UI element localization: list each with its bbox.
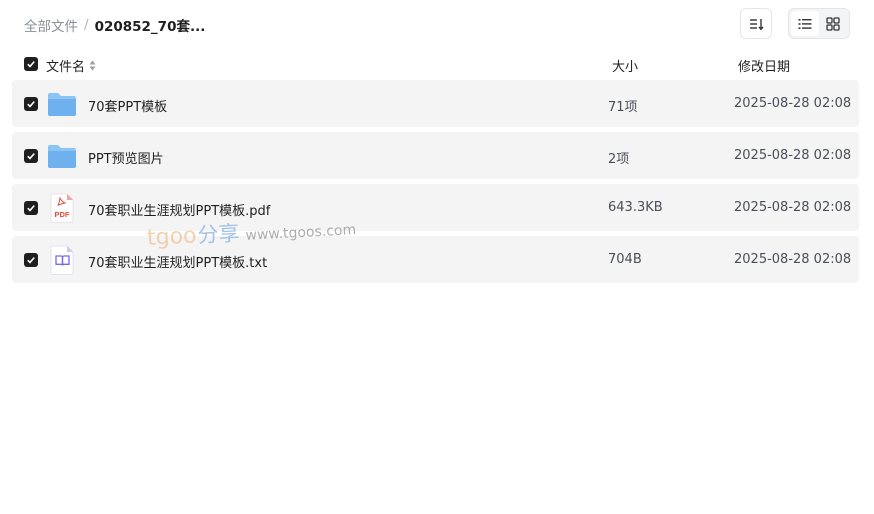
file-date: 2025-08-28 02:08 bbox=[734, 252, 852, 267]
pdf-label: PDF bbox=[55, 210, 70, 219]
check-icon bbox=[27, 205, 35, 212]
file-name[interactable]: 70套职业生涯规划PPT模板.txt bbox=[88, 252, 267, 271]
file-row[interactable]: PDF 70套职业生涯规划PPT模板.pdf 643.3KB 2025-08-2… bbox=[12, 184, 859, 231]
breadcrumb-current: 020852_70套... bbox=[94, 19, 206, 35]
file-name[interactable]: 70套PPT模板 bbox=[88, 96, 167, 115]
file-row[interactable]: 70套PPT模板 71项 2025-08-28 02:08 bbox=[12, 80, 859, 127]
column-header-name[interactable]: 文件名 bbox=[46, 56, 96, 75]
watermark-share: 分享 bbox=[196, 221, 241, 248]
column-header-size[interactable]: 大小 bbox=[612, 56, 638, 75]
breadcrumb-root-link[interactable]: 全部文件 bbox=[24, 15, 78, 35]
watermark-url: www.tgoos.com bbox=[245, 222, 357, 244]
top-bar: 全部文件 / 020852_70套... bbox=[0, 0, 874, 48]
file-list: 70套PPT模板 71项 2025-08-28 02:08 PPT预览图片 2项… bbox=[12, 80, 859, 288]
file-row[interactable]: 70套职业生涯规划PPT模板.txt 704B 2025-08-28 02:08 bbox=[12, 236, 859, 283]
file-row[interactable]: PPT预览图片 2项 2025-08-28 02:08 bbox=[12, 132, 859, 179]
sort-button[interactable] bbox=[740, 8, 772, 39]
list-view-icon bbox=[798, 18, 812, 29]
pdf-icon: PDF bbox=[50, 193, 74, 223]
row-checkbox[interactable] bbox=[24, 97, 38, 111]
watermark-brand: tgoo bbox=[146, 223, 198, 251]
breadcrumb-separator: / bbox=[84, 17, 89, 33]
list-view-button[interactable] bbox=[791, 11, 819, 36]
check-icon bbox=[27, 153, 35, 160]
row-checkbox[interactable] bbox=[24, 253, 38, 267]
txt-book-icon bbox=[50, 245, 74, 275]
check-icon bbox=[27, 101, 35, 108]
sort-lines-icon bbox=[750, 18, 764, 30]
breadcrumb: 全部文件 / 020852_70套... bbox=[24, 15, 205, 35]
table-header: 文件名 大小 修改日期 bbox=[12, 52, 859, 76]
view-toggle bbox=[788, 8, 850, 39]
row-checkbox[interactable] bbox=[24, 149, 38, 163]
file-size: 643.3KB bbox=[608, 200, 663, 215]
file-date: 2025-08-28 02:08 bbox=[734, 96, 852, 111]
sort-caret-icon[interactable] bbox=[89, 60, 96, 71]
grid-view-button[interactable] bbox=[819, 11, 847, 36]
grid-view-icon bbox=[826, 16, 840, 31]
column-name-label: 文件名 bbox=[46, 60, 86, 75]
row-checkbox[interactable] bbox=[24, 201, 38, 215]
file-date: 2025-08-28 02:08 bbox=[734, 200, 852, 215]
check-icon bbox=[27, 257, 35, 264]
file-size: 704B bbox=[608, 252, 642, 267]
file-name[interactable]: PPT预览图片 bbox=[88, 148, 164, 167]
folder-icon bbox=[48, 145, 76, 168]
file-date: 2025-08-28 02:08 bbox=[734, 148, 852, 163]
file-size: 2项 bbox=[608, 152, 630, 167]
folder-icon bbox=[48, 93, 76, 116]
select-all-checkbox[interactable] bbox=[24, 57, 38, 71]
column-header-date[interactable]: 修改日期 bbox=[738, 56, 790, 75]
file-size: 71项 bbox=[608, 100, 638, 115]
check-icon bbox=[27, 61, 35, 68]
